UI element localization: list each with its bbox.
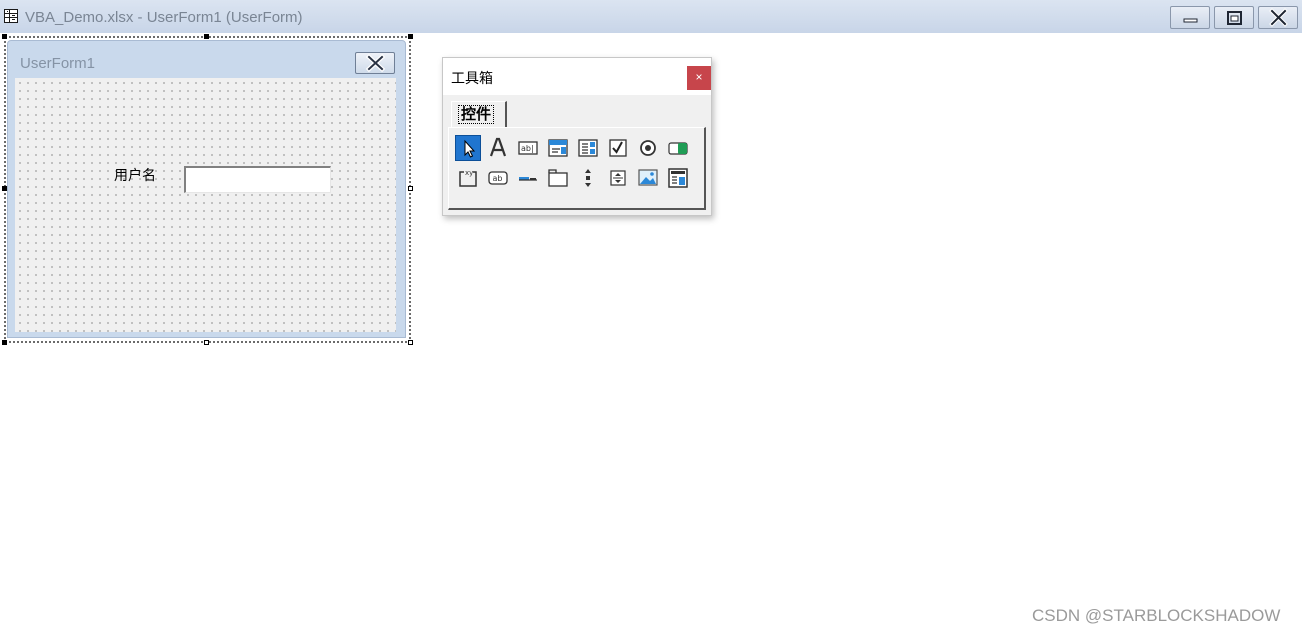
minimize-icon bbox=[1183, 18, 1198, 23]
toolbox-title: 工具箱 bbox=[451, 71, 493, 87]
listbox-icon[interactable] bbox=[575, 135, 601, 161]
close-icon bbox=[365, 53, 386, 73]
textbox-icon[interactable]: ab| bbox=[515, 135, 541, 161]
close-button[interactable] bbox=[1258, 6, 1298, 29]
watermark: CSDN @STARBLOCKSHADOW bbox=[1032, 606, 1281, 625]
select-objects-icon[interactable] bbox=[455, 135, 481, 161]
image-icon[interactable] bbox=[635, 165, 661, 191]
svg-text:xy: xy bbox=[465, 169, 473, 177]
resize-handle[interactable] bbox=[408, 340, 413, 345]
resize-handle[interactable] bbox=[408, 186, 413, 191]
tabstrip-icon[interactable] bbox=[515, 165, 541, 191]
scrollbar-icon[interactable] bbox=[575, 165, 601, 191]
resize-handle[interactable] bbox=[2, 340, 7, 345]
resize-handle[interactable] bbox=[204, 34, 209, 39]
optionbutton-icon[interactable] bbox=[635, 135, 661, 161]
close-icon bbox=[1269, 8, 1288, 27]
toolbox-controls-panel: ab| xy ab bbox=[448, 127, 706, 210]
form-grid-icon[interactable] bbox=[4, 9, 18, 23]
window-title: VBA_Demo.xlsx - UserForm1 (UserForm) bbox=[25, 9, 303, 26]
restore-icon bbox=[1227, 11, 1242, 25]
svg-text:ab: ab bbox=[493, 174, 503, 183]
toolbox-titlebar: 工具箱 × bbox=[443, 58, 711, 95]
minimize-button[interactable] bbox=[1170, 6, 1210, 29]
spinbutton-icon[interactable] bbox=[605, 165, 631, 191]
window-titlebar: VBA_Demo.xlsx - UserForm1 (UserForm) bbox=[0, 0, 1302, 33]
username-label[interactable]: 用户名 bbox=[114, 165, 156, 185]
toolbox-close-button[interactable]: × bbox=[687, 66, 711, 90]
togglebutton-icon[interactable] bbox=[665, 135, 691, 161]
frame-icon[interactable]: xy bbox=[455, 165, 481, 191]
multipage-icon[interactable] bbox=[545, 165, 571, 191]
svg-text:ab|: ab| bbox=[521, 144, 534, 153]
tab-controls-label: 控件 bbox=[458, 105, 495, 124]
resize-handle[interactable] bbox=[2, 34, 7, 39]
toolbox-window[interactable]: 工具箱 × 控件 ab| xy ab bbox=[442, 57, 712, 216]
checkbox-icon[interactable] bbox=[605, 135, 631, 161]
userform-caption: UserForm1 bbox=[20, 55, 96, 72]
userform-design-grid[interactable]: 用户名 bbox=[15, 78, 396, 332]
userform-close-button[interactable] bbox=[355, 52, 395, 74]
userform-window[interactable]: UserForm1 用户名 bbox=[7, 40, 406, 338]
resize-handle[interactable] bbox=[408, 34, 413, 39]
tab-controls[interactable]: 控件 bbox=[451, 101, 507, 128]
commandbutton-icon[interactable]: ab bbox=[485, 165, 511, 191]
label-icon[interactable] bbox=[485, 135, 511, 161]
restore-button[interactable] bbox=[1214, 6, 1254, 29]
resize-handle[interactable] bbox=[204, 340, 209, 345]
refedit-icon[interactable] bbox=[665, 165, 691, 191]
combobox-icon[interactable] bbox=[545, 135, 571, 161]
username-textbox[interactable] bbox=[184, 166, 331, 193]
